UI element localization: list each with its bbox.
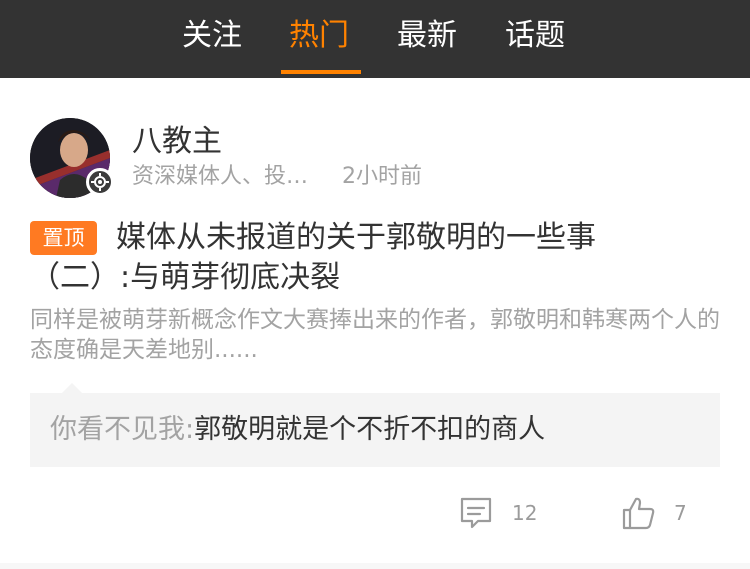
- like-count: 7: [674, 501, 687, 525]
- tab-following[interactable]: 关注: [182, 14, 242, 58]
- top-comment[interactable]: 你看不见我:郭敬明就是个不折不扣的商人: [30, 393, 720, 467]
- comment-caret: [62, 383, 82, 393]
- active-tab-indicator: [281, 70, 361, 74]
- tab-latest[interactable]: 最新: [397, 14, 457, 58]
- comment-button[interactable]: 12: [458, 491, 537, 535]
- verified-badge-icon: [86, 168, 114, 196]
- author-name[interactable]: 八教主: [132, 122, 222, 162]
- author-description: 资深媒体人、投…: [132, 164, 309, 189]
- comment-body: 郭敬明就是个不折不扣的商人: [194, 414, 546, 445]
- like-button[interactable]: 7: [620, 491, 687, 535]
- top-nav-bar: 关注 热门 最新 话题: [0, 0, 750, 78]
- tab-hot[interactable]: 热门: [289, 14, 349, 58]
- comment-author[interactable]: 你看不见我:: [50, 414, 194, 445]
- pinned-badge: 置顶: [30, 221, 97, 255]
- comment-text: 你看不见我:郭敬明就是个不折不扣的商人: [50, 410, 545, 450]
- post-title[interactable]: 媒体从未报道的关于郭敬明的一些事（二）:与萌芽彻底决裂: [30, 218, 690, 298]
- post-time: 2小时前: [342, 164, 422, 189]
- comment-count: 12: [512, 501, 538, 525]
- post-summary[interactable]: 同样是被萌芽新概念作文大赛捧出来的作者，郭敬明和韩寒两个人的态度确是天差地别..…: [30, 305, 720, 365]
- comment-icon: [460, 497, 492, 529]
- tab-topics[interactable]: 话题: [505, 14, 565, 58]
- thumbs-up-icon: [622, 497, 655, 530]
